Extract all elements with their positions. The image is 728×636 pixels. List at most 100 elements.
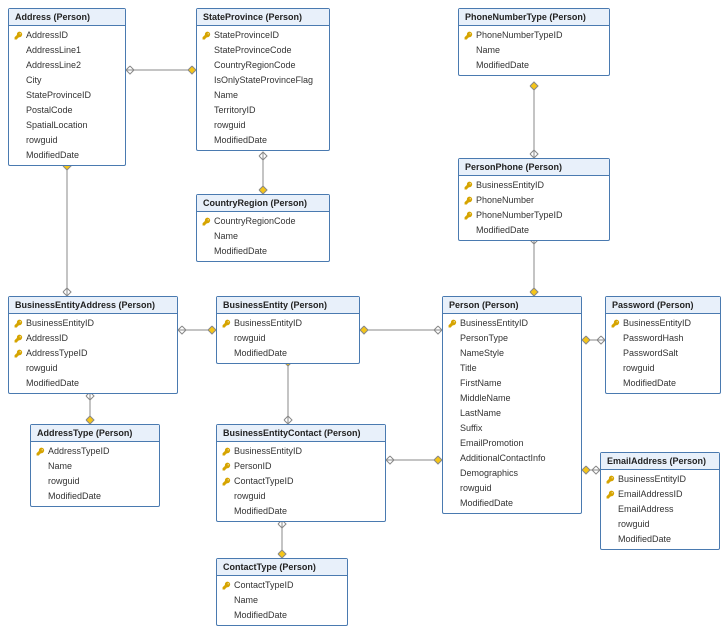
column-row[interactable]: FirstName: [443, 376, 581, 391]
column-row[interactable]: ModifiedDate: [217, 346, 359, 361]
entity-personphone[interactable]: PersonPhone (Person)BusinessEntityIDPhon…: [458, 158, 610, 241]
column-row[interactable]: rowguid: [197, 118, 329, 133]
column-row[interactable]: EmailAddressID: [601, 487, 719, 502]
entity-title[interactable]: Password (Person): [606, 297, 720, 314]
entity-title[interactable]: BusinessEntityContact (Person): [217, 425, 385, 442]
column-row[interactable]: PersonType: [443, 331, 581, 346]
entity-title[interactable]: CountryRegion (Person): [197, 195, 329, 212]
column-row[interactable]: ModifiedDate: [459, 58, 609, 73]
column-row[interactable]: PasswordSalt: [606, 346, 720, 361]
column-row[interactable]: Suffix: [443, 421, 581, 436]
column-row[interactable]: AddressTypeID: [31, 444, 159, 459]
entity-businessentity[interactable]: BusinessEntity (Person) BusinessEntityIDr…: [216, 296, 360, 364]
column-row[interactable]: ModifiedDate: [31, 489, 159, 504]
entity-title[interactable]: PersonPhone (Person): [459, 159, 609, 176]
column-row[interactable]: BusinessEntityID: [9, 316, 177, 331]
column-row[interactable]: AddressID: [9, 28, 125, 43]
column-row[interactable]: City: [9, 73, 125, 88]
column-row[interactable]: ModifiedDate: [606, 376, 720, 391]
column-icon: [610, 349, 620, 359]
column-row[interactable]: ModifiedDate: [9, 148, 125, 163]
column-row[interactable]: rowguid: [443, 481, 581, 496]
column-row[interactable]: rowguid: [31, 474, 159, 489]
entity-title[interactable]: PhoneNumberType (Person): [459, 9, 609, 26]
column-row[interactable]: ModifiedDate: [9, 376, 177, 391]
column-row[interactable]: PhoneNumber: [459, 193, 609, 208]
column-row[interactable]: rowguid: [606, 361, 720, 376]
column-row[interactable]: Name: [459, 43, 609, 58]
column-row[interactable]: Title: [443, 361, 581, 376]
column-row[interactable]: TerritoryID: [197, 103, 329, 118]
column-row[interactable]: Name: [217, 593, 347, 608]
column-row[interactable]: PersonID: [217, 459, 385, 474]
entity-title[interactable]: Person (Person): [443, 297, 581, 314]
column-row[interactable]: AddressTypeID: [9, 346, 177, 361]
column-row[interactable]: BusinessEntityID: [217, 444, 385, 459]
column-row[interactable]: rowguid: [217, 331, 359, 346]
column-row[interactable]: AddressLine1: [9, 43, 125, 58]
entity-stateprovince[interactable]: StateProvince (Person) StateProvinceIDSta…: [196, 8, 330, 151]
entity-contacttype[interactable]: ContactType (Person) ContactTypeIDNameMod…: [216, 558, 348, 626]
column-row[interactable]: ModifiedDate: [459, 223, 609, 238]
entity-title[interactable]: Address (Person): [9, 9, 125, 26]
column-row[interactable]: ModifiedDate: [443, 496, 581, 511]
column-row[interactable]: IsOnlyStateProvinceFlag: [197, 73, 329, 88]
column-row[interactable]: BusinessEntityID: [443, 316, 581, 331]
column-row[interactable]: Name: [31, 459, 159, 474]
entity-phonenumbertype[interactable]: PhoneNumberType (Person) PhoneNumberTypeI…: [458, 8, 610, 76]
column-row[interactable]: PhoneNumberTypeID: [459, 28, 609, 43]
column-row[interactable]: AddressID: [9, 331, 177, 346]
column-icon: [463, 61, 473, 71]
column-row[interactable]: LastName: [443, 406, 581, 421]
column-row[interactable]: ModifiedDate: [217, 504, 385, 519]
entity-countryregion[interactable]: CountryRegion (Person) CountryRegionCodeN…: [196, 194, 330, 262]
entity-password[interactable]: Password (Person)BusinessEntityIDPasswor…: [605, 296, 721, 394]
column-row[interactable]: ModifiedDate: [197, 244, 329, 259]
column-row[interactable]: ContactTypeID: [217, 578, 347, 593]
column-row[interactable]: AdditionalContactInfo: [443, 451, 581, 466]
column-row[interactable]: CountryRegionCode: [197, 214, 329, 229]
column-row[interactable]: StateProvinceID: [197, 28, 329, 43]
entity-title[interactable]: BusinessEntityAddress (Person): [9, 297, 177, 314]
column-row[interactable]: Demographics: [443, 466, 581, 481]
entity-title[interactable]: EmailAddress (Person): [601, 453, 719, 470]
column-row[interactable]: ModifiedDate: [217, 608, 347, 623]
entity-title[interactable]: BusinessEntity (Person): [217, 297, 359, 314]
column-row[interactable]: PasswordHash: [606, 331, 720, 346]
entity-person[interactable]: Person (Person) BusinessEntityIDPersonTyp…: [442, 296, 582, 514]
column-row[interactable]: BusinessEntityID: [217, 316, 359, 331]
column-row[interactable]: BusinessEntityID: [601, 472, 719, 487]
column-row[interactable]: Name: [197, 88, 329, 103]
entity-title[interactable]: ContactType (Person): [217, 559, 347, 576]
column-row[interactable]: SpatialLocation: [9, 118, 125, 133]
column-row[interactable]: EmailPromotion: [443, 436, 581, 451]
entity-emailaddress[interactable]: EmailAddress (Person)BusinessEntityIDEma…: [600, 452, 720, 550]
entity-title[interactable]: AddressType (Person): [31, 425, 159, 442]
column-row[interactable]: NameStyle: [443, 346, 581, 361]
column-icon: [447, 499, 457, 509]
primary-key-icon: [201, 217, 211, 227]
column-row[interactable]: ModifiedDate: [601, 532, 719, 547]
column-row[interactable]: PhoneNumberTypeID: [459, 208, 609, 223]
column-row[interactable]: MiddleName: [443, 391, 581, 406]
column-row[interactable]: EmailAddress: [601, 502, 719, 517]
column-row[interactable]: BusinessEntityID: [606, 316, 720, 331]
column-row[interactable]: ModifiedDate: [197, 133, 329, 148]
column-row[interactable]: ContactTypeID: [217, 474, 385, 489]
column-row[interactable]: rowguid: [9, 133, 125, 148]
column-row[interactable]: rowguid: [9, 361, 177, 376]
column-row[interactable]: PostalCode: [9, 103, 125, 118]
column-row[interactable]: AddressLine2: [9, 58, 125, 73]
column-row[interactable]: StateProvinceID: [9, 88, 125, 103]
entity-title[interactable]: StateProvince (Person): [197, 9, 329, 26]
column-row[interactable]: rowguid: [601, 517, 719, 532]
column-row[interactable]: StateProvinceCode: [197, 43, 329, 58]
column-row[interactable]: CountryRegionCode: [197, 58, 329, 73]
column-row[interactable]: BusinessEntityID: [459, 178, 609, 193]
column-row[interactable]: Name: [197, 229, 329, 244]
entity-businessentitycontact[interactable]: BusinessEntityContact (Person) BusinessEn…: [216, 424, 386, 522]
entity-addresstype[interactable]: AddressType (Person) AddressTypeIDNamerow…: [30, 424, 160, 507]
entity-address[interactable]: Address (Person) AddressIDAddressLine1Add…: [8, 8, 126, 166]
column-row[interactable]: rowguid: [217, 489, 385, 504]
entity-businessentityaddress[interactable]: BusinessEntityAddress (Person) BusinessEn…: [8, 296, 178, 394]
